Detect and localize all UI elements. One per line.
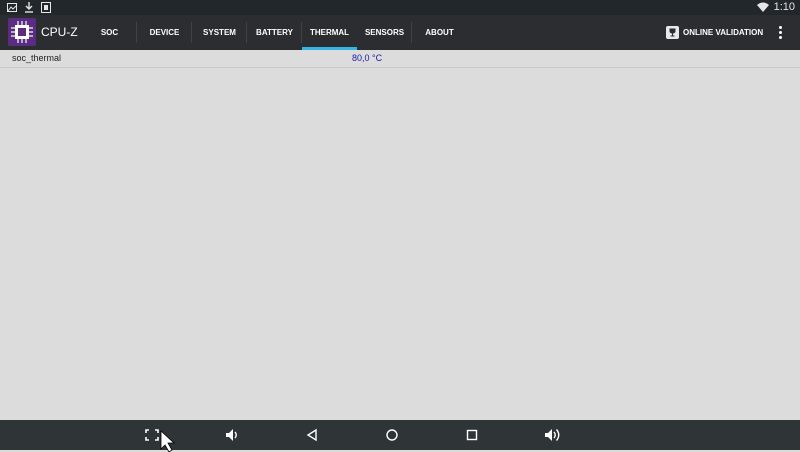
- thermal-panel: soc_thermal 80,0 °C: [0, 50, 800, 420]
- recents-icon[interactable]: [463, 427, 481, 443]
- tab-sensors[interactable]: SENSORS: [357, 15, 412, 50]
- row-value: 80,0 °C: [352, 53, 383, 63]
- screenshot-icon: [41, 2, 51, 13]
- download-icon: [25, 2, 33, 13]
- tab-system[interactable]: SYSTEM: [192, 15, 247, 50]
- online-validation-button[interactable]: ONLINE VALIDATION: [666, 15, 763, 50]
- navigation-bar: [0, 420, 800, 452]
- overflow-menu-icon[interactable]: [774, 24, 786, 42]
- tab-battery[interactable]: BATTERY: [247, 15, 302, 50]
- volume-up-icon[interactable]: [543, 427, 563, 443]
- cpu-chip-icon: [8, 18, 36, 46]
- app-title: CPU-Z: [41, 25, 78, 39]
- volume-down-icon[interactable]: [223, 427, 241, 443]
- row-label: soc_thermal: [12, 53, 62, 63]
- mouse-cursor-icon: [160, 430, 176, 452]
- trophy-icon: [666, 26, 679, 39]
- tab-about[interactable]: ABOUT: [412, 15, 467, 50]
- tab-device[interactable]: DEVICE: [137, 15, 192, 50]
- app-bar: CPU-Z SOC DEVICE SYSTEM BATTERY THERMAL …: [0, 15, 800, 50]
- back-icon[interactable]: [303, 427, 321, 443]
- image-icon: [7, 3, 17, 12]
- status-time: 1:10: [773, 1, 795, 13]
- tab-thermal[interactable]: THERMAL: [302, 15, 357, 50]
- home-icon[interactable]: [383, 427, 401, 443]
- tab-soc[interactable]: SOC: [82, 15, 137, 50]
- fullscreen-icon[interactable]: [143, 427, 161, 443]
- status-bar: 1:10: [0, 0, 800, 15]
- tab-bar: SOC DEVICE SYSTEM BATTERY THERMAL SENSOR…: [82, 15, 467, 50]
- wifi-icon: [757, 2, 769, 12]
- table-row: soc_thermal 80,0 °C: [0, 50, 800, 68]
- online-validation-label: ONLINE VALIDATION: [683, 28, 764, 37]
